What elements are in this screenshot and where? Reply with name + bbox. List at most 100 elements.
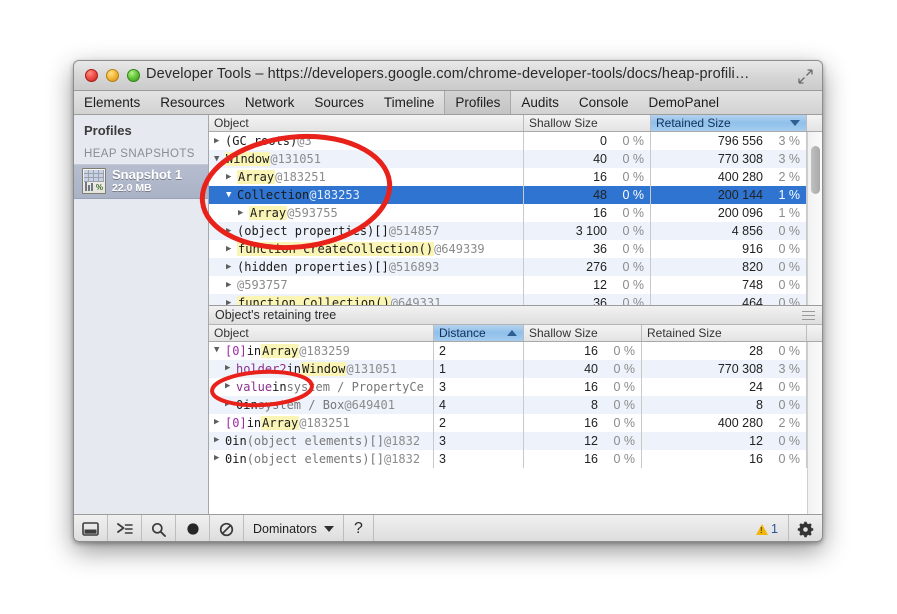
- column-gutter: [807, 325, 822, 341]
- sort-ascending-icon: [507, 330, 517, 336]
- column-shallow-size[interactable]: Shallow Size: [524, 325, 642, 341]
- table-row[interactable]: (object properties)[] @5148573 1000 %4 8…: [209, 222, 822, 240]
- tab-resources[interactable]: Resources: [150, 91, 235, 114]
- containment-grid-body[interactable]: (GC roots) @300 %796 5563 %Window @13105…: [209, 132, 822, 305]
- twisty-collapsed-icon[interactable]: [226, 263, 237, 272]
- twisty-collapsed-icon[interactable]: [214, 418, 225, 427]
- column-shallow-size[interactable]: Shallow Size: [524, 115, 651, 131]
- tab-elements[interactable]: Elements: [74, 91, 150, 114]
- tab-demopanel[interactable]: DemoPanel: [638, 91, 729, 114]
- table-row[interactable]: Array @183251160 %400 2802 %: [209, 168, 822, 186]
- value: 200 096: [718, 206, 763, 220]
- table-row[interactable]: Collection @183253480 %200 1441 %: [209, 186, 822, 204]
- value: 36: [593, 242, 607, 256]
- percent: 3 %: [772, 134, 800, 148]
- table-row[interactable]: 0 in (object elements)[] @18323160 %160 …: [209, 450, 822, 468]
- twisty-collapsed-icon[interactable]: [226, 281, 237, 290]
- view-select[interactable]: Dominators: [244, 515, 344, 542]
- twisty-expanded-icon[interactable]: [214, 346, 225, 355]
- twisty-collapsed-icon[interactable]: [226, 173, 237, 182]
- cell-retained-size: 8200 %: [651, 258, 807, 276]
- containment-grid-header[interactable]: Object Shallow Size Retained Size: [209, 115, 822, 132]
- cell-retained-size: 4640 %: [651, 294, 807, 305]
- percent: 0 %: [616, 152, 644, 166]
- cell-shallow-size: 160 %: [524, 168, 651, 186]
- table-row[interactable]: [0] in Array @1832512160 %400 2802 %: [209, 414, 822, 432]
- percent: 0 %: [616, 206, 644, 220]
- expand-icon[interactable]: [798, 69, 813, 84]
- column-retained-size[interactable]: Retained Size: [642, 325, 807, 341]
- resize-grip-icon[interactable]: [802, 311, 815, 320]
- twisty-expanded-icon[interactable]: [214, 155, 225, 164]
- gear-icon[interactable]: [788, 515, 822, 542]
- twisty-collapsed-icon[interactable]: [225, 382, 236, 391]
- retaining-grid-body[interactable]: [0] in Array @1832592160 %280 %holder2 i…: [209, 342, 822, 515]
- table-row[interactable]: [0] in Array @1832592160 %280 %: [209, 342, 822, 360]
- search-icon[interactable]: [142, 515, 176, 542]
- table-row[interactable]: (GC roots) @300 %796 5563 %: [209, 132, 822, 150]
- table-row[interactable]: Window @131051400 %770 3083 %: [209, 150, 822, 168]
- sidebar-item-snapshot-1[interactable]: % Snapshot 1 22.0 MB: [74, 164, 208, 199]
- object-id: @131051: [346, 362, 397, 376]
- column-distance[interactable]: Distance: [434, 325, 524, 341]
- table-row[interactable]: function createCollection() @649339360 %…: [209, 240, 822, 258]
- column-object[interactable]: Object: [209, 325, 434, 341]
- column-label: Object: [214, 326, 249, 340]
- tab-sources[interactable]: Sources: [304, 91, 374, 114]
- twisty-expanded-icon[interactable]: [226, 191, 237, 200]
- dock-to-bottom-icon[interactable]: [74, 515, 108, 542]
- object-id: @183251: [275, 170, 326, 184]
- cell-object: 0 in (object elements)[] @1832: [209, 450, 434, 468]
- table-row[interactable]: @593757120 %7480 %: [209, 276, 822, 294]
- cell-retained-size: 4 8560 %: [651, 222, 807, 240]
- twisty-collapsed-icon[interactable]: [238, 209, 249, 218]
- object-name: Collection: [237, 188, 309, 202]
- containment-scrollbar-thumb[interactable]: [811, 146, 820, 194]
- table-row[interactable]: value in system / PropertyCe3160 %240 %: [209, 378, 822, 396]
- table-row[interactable]: Array @593755160 %200 0961 %: [209, 204, 822, 222]
- tab-network[interactable]: Network: [235, 91, 305, 114]
- clear-icon[interactable]: [210, 515, 244, 542]
- panel-tab-bar[interactable]: Elements Resources Network Sources Timel…: [74, 91, 822, 115]
- column-object[interactable]: Object: [209, 115, 524, 131]
- twisty-collapsed-icon[interactable]: [214, 454, 225, 463]
- tab-label: DemoPanel: [648, 95, 719, 110]
- twisty-collapsed-icon[interactable]: [214, 137, 225, 146]
- twisty-collapsed-icon[interactable]: [214, 436, 225, 445]
- object-id: @183253: [309, 188, 360, 202]
- percent: 0 %: [607, 398, 635, 412]
- twisty-collapsed-icon[interactable]: [225, 400, 236, 409]
- percent: 0 %: [607, 434, 635, 448]
- record-icon[interactable]: [176, 515, 210, 542]
- object-name: Window: [301, 362, 346, 376]
- table-row[interactable]: 0 in system / Box @649401480 %80 %: [209, 396, 822, 414]
- column-retained-size[interactable]: Retained Size: [651, 115, 807, 131]
- table-row[interactable]: (hidden properties)[] @5168932760 %8200 …: [209, 258, 822, 276]
- value: 16: [749, 452, 763, 466]
- warning-count: 1: [771, 522, 778, 536]
- profiles-sidebar: Profiles HEAP SNAPSHOTS % Snapshot 1 22.…: [74, 115, 209, 514]
- table-row[interactable]: holder2 in Window @1310511400 %770 3083 …: [209, 360, 822, 378]
- cell-retained-size: 200 0961 %: [651, 204, 807, 222]
- twisty-collapsed-icon[interactable]: [225, 364, 236, 373]
- tab-audits[interactable]: Audits: [511, 91, 569, 114]
- table-row[interactable]: function Collection() @649331360 %4640 %: [209, 294, 822, 305]
- help-button[interactable]: ?: [344, 515, 374, 542]
- cell-retained-size: 770 3083 %: [651, 150, 807, 168]
- object-id: @593757: [237, 278, 288, 292]
- retainer-property: [0]: [225, 344, 247, 358]
- tab-profiles[interactable]: Profiles: [444, 91, 511, 114]
- value: 28: [749, 344, 763, 358]
- warning-indicator[interactable]: 1: [746, 515, 788, 542]
- twisty-collapsed-icon[interactable]: [226, 227, 237, 236]
- cell-retained-size: 160 %: [642, 450, 807, 468]
- status-bar: Dominators ? 1: [74, 514, 822, 542]
- containment-scrollbar[interactable]: [807, 132, 822, 305]
- retaining-scrollbar[interactable]: [807, 342, 822, 515]
- table-row[interactable]: 0 in (object elements)[] @18323120 %120 …: [209, 432, 822, 450]
- tab-console[interactable]: Console: [569, 91, 639, 114]
- twisty-collapsed-icon[interactable]: [226, 245, 237, 254]
- show-console-icon[interactable]: [108, 515, 142, 542]
- retaining-grid-header[interactable]: Object Distance Shallow Size Retained Si…: [209, 325, 822, 342]
- tab-timeline[interactable]: Timeline: [374, 91, 445, 114]
